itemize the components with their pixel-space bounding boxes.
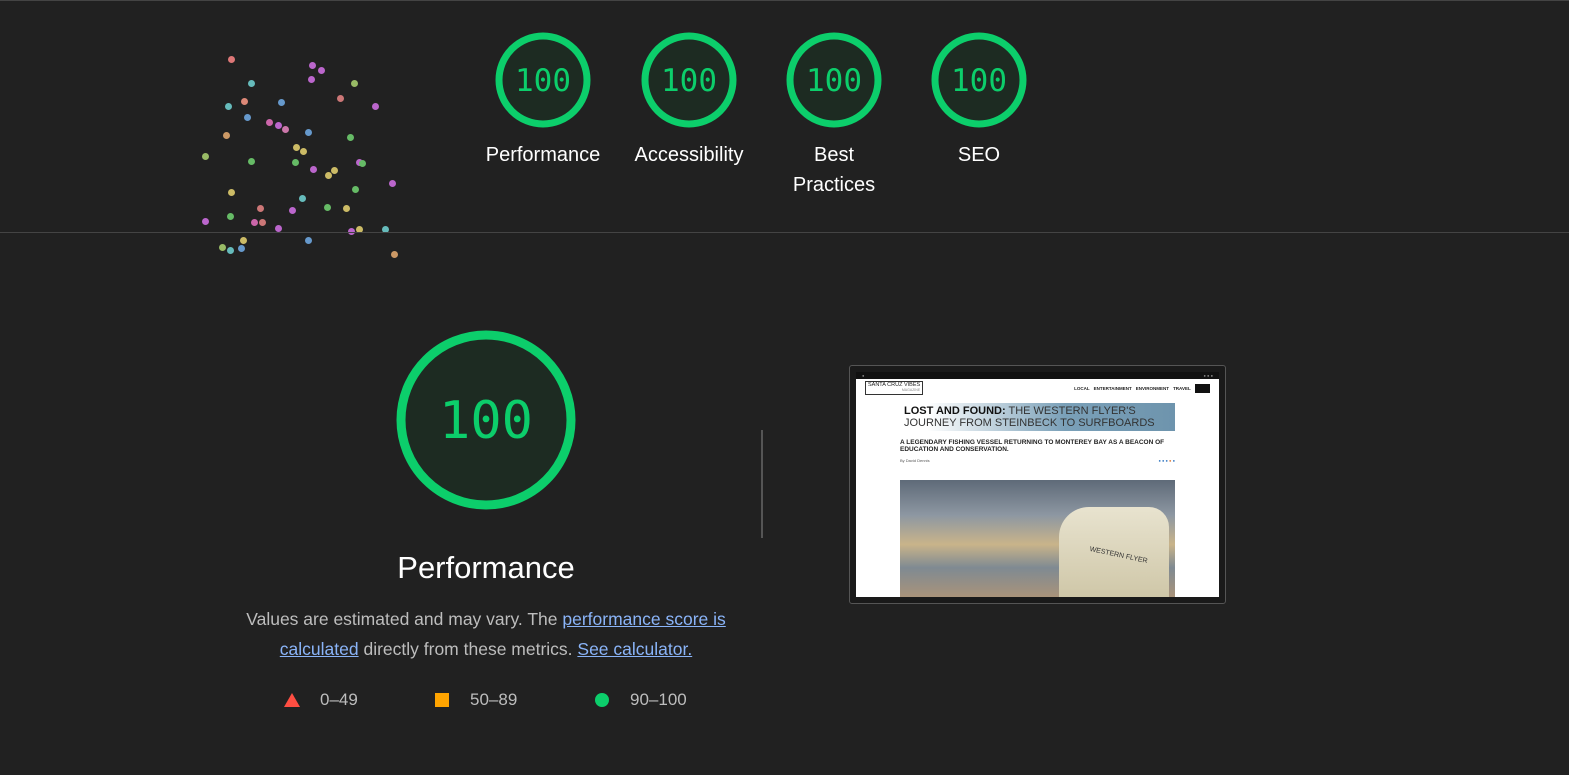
category-seo[interactable]: 100 SEO [909, 30, 1049, 170]
confetti-dot [278, 99, 285, 106]
desc-text: Values are estimated and may vary. The [246, 609, 563, 629]
confetti-dot [223, 132, 230, 139]
confetti-dot [324, 204, 331, 211]
confetti-dot [325, 172, 332, 179]
confetti-dot [228, 189, 235, 196]
performance-description: Values are estimated and may vary. The p… [236, 604, 736, 664]
screenshot-headline: LOST AND FOUND: THE WESTERN FLYER'S JOUR… [900, 403, 1175, 431]
category-accessibility[interactable]: 100 Accessibility [619, 30, 759, 170]
confetti-dot [219, 244, 226, 251]
confetti-dot [391, 251, 398, 258]
confetti-dot [389, 180, 396, 187]
confetti-dot [244, 114, 251, 121]
gauge-performance: 100 [495, 32, 591, 128]
gauge-best-practices: 100 [786, 32, 882, 128]
screenshot-photo: WESTERN FLYER [900, 480, 1175, 597]
confetti-dot [352, 186, 359, 193]
legend-label: 0–49 [320, 690, 358, 709]
header-divider [0, 232, 1569, 233]
confetti-dot [275, 225, 282, 232]
confetti-dot [241, 98, 248, 105]
confetti-dot [337, 95, 344, 102]
performance-title: Performance [397, 550, 575, 585]
screenshot-logo: SANTA CRUZ VIBES MAGAZINE [865, 381, 924, 395]
confetti-dot [257, 205, 264, 212]
legend-label: 50–89 [470, 690, 518, 709]
confetti-dot [248, 80, 255, 87]
svg-text:100: 100 [951, 63, 1007, 99]
confetti-dot [309, 62, 316, 69]
category-performance[interactable]: 100 Performance [473, 30, 613, 170]
confetti-dot [318, 67, 325, 74]
gauge-accessibility: 100 [641, 32, 737, 128]
confetti-dot [238, 245, 245, 252]
category-label: Performance [485, 144, 601, 166]
confetti-dot [359, 160, 366, 167]
performance-summary: 100 Performance [336, 328, 636, 586]
confetti-dot [300, 148, 307, 155]
confetti-dot [248, 158, 255, 165]
top-border [0, 0, 1569, 1]
svg-text:100: 100 [439, 391, 533, 451]
confetti-dot [343, 205, 350, 212]
confetti-dot [351, 80, 358, 87]
confetti-dot [227, 213, 234, 220]
gauge-seo: 100 [931, 32, 1027, 128]
category-label: Best Practices [792, 144, 876, 196]
legend-pass: 90–100 [594, 690, 687, 710]
legend-label: 90–100 [630, 690, 687, 709]
confetti-dot [282, 126, 289, 133]
confetti-dot [292, 159, 299, 166]
desc-text: directly from these metrics. [358, 639, 578, 659]
page-screenshot[interactable]: ● ● ● ● SANTA CRUZ VIBES MAGAZINE LOCAL ENT… [849, 365, 1226, 604]
confetti-dot [331, 167, 338, 174]
confetti-dot [310, 166, 317, 173]
see-calculator-link[interactable]: See calculator. [577, 639, 692, 659]
confetti-dot [305, 129, 312, 136]
confetti-dot [275, 122, 282, 129]
confetti-dot [293, 144, 300, 151]
svg-text:100: 100 [661, 63, 717, 99]
category-label: SEO [957, 144, 1001, 166]
triangle-icon [284, 693, 300, 707]
confetti-dot [259, 219, 266, 226]
legend-average: 50–89 [434, 690, 517, 710]
legend-fail: 0–49 [284, 690, 358, 710]
confetti-dot [266, 119, 273, 126]
square-icon [435, 693, 449, 707]
confetti-dot [228, 56, 235, 63]
svg-text:100: 100 [515, 63, 571, 99]
vertical-divider [761, 430, 763, 538]
confetti-dot [202, 218, 209, 225]
screenshot-topbar: ● ● ● ● [856, 372, 1219, 379]
screenshot-meta: By David Dennis ● ● ● ● ● [900, 458, 1175, 463]
confetti-dot [289, 207, 296, 214]
confetti-dot [202, 153, 209, 160]
svg-text:100: 100 [806, 63, 862, 99]
gauge-performance-large: 100 [396, 330, 576, 510]
confetti-dot [227, 247, 234, 254]
confetti-dot [225, 103, 232, 110]
screenshot-subhead: A LEGENDARY FISHING VESSEL RETURNING TO … [900, 439, 1165, 453]
category-label: Accessibility [634, 144, 744, 166]
category-best-practices[interactable]: 100 Best Practices [764, 30, 904, 200]
confetti-dot [308, 76, 315, 83]
confetti-dot [240, 237, 247, 244]
circle-icon [595, 693, 609, 707]
confetti-dot [251, 219, 258, 226]
confetti-dot [347, 134, 354, 141]
confetti-dot [299, 195, 306, 202]
screenshot-nav: LOCAL ENTERTAINMENT ENVIRONMENT TRAVEL [1074, 383, 1210, 393]
confetti-dot [305, 237, 312, 244]
confetti-dot [372, 103, 379, 110]
